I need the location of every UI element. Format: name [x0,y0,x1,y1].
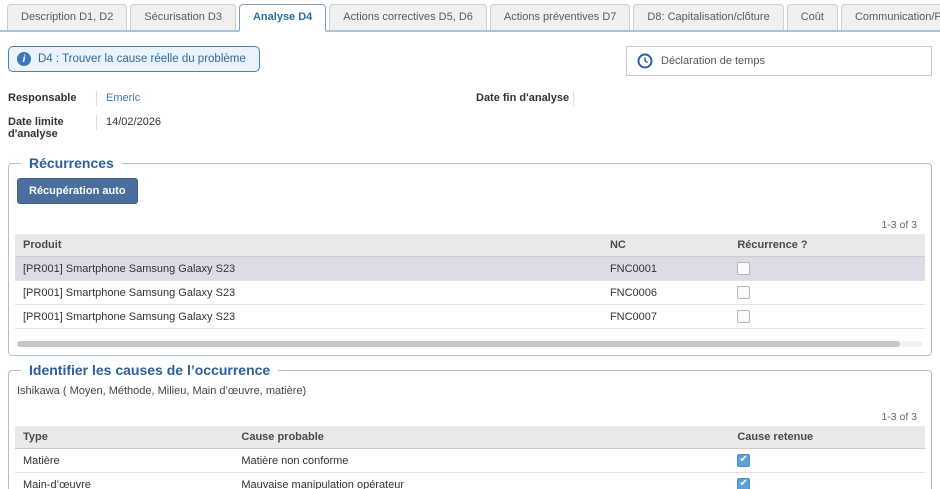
causes-section: Identifier les causes de l’occurrence Is… [8,362,932,489]
nc-cell: FNC0001 [602,257,729,281]
d4-info-banner: i D4 : Trouver la cause réelle du problè… [8,46,260,72]
table-row[interactable]: [PR001] Smartphone Samsung Galaxy S23 FN… [15,257,925,281]
recurrence-checkbox[interactable] [737,310,750,323]
tab-communication-pieces-jointes[interactable]: Communication/Pièces jointes [841,4,940,30]
cause-retenue-checkbox[interactable] [737,454,750,467]
column-header-cause-retenue[interactable]: Cause retenue [729,426,925,449]
recurrences-pagination: 1-3 of 3 [15,217,925,234]
horizontal-scrollbar[interactable] [17,341,923,347]
nc-cell: FNC0006 [602,281,729,305]
causes-pagination: 1-3 of 3 [15,409,925,426]
column-header-nc[interactable]: NC [602,234,729,257]
type-cell: Main-d’œuvre [15,473,233,489]
produit-cell: [PR001] Smartphone Samsung Galaxy S23 [15,281,602,305]
tab-d8-capitalisation-cloture[interactable]: D8: Capitalisation/clôture [633,4,783,30]
header-row: i D4 : Trouver la cause réelle du problè… [8,46,932,76]
tab-securisation-d3[interactable]: Sécurisation D3 [130,4,236,30]
tab-bar: Description D1, D2 Sécurisation D3 Analy… [0,0,940,32]
tab-actions-preventives-d7[interactable]: Actions préventives D7 [490,4,631,30]
type-cell: Matière [15,449,233,473]
recurrence-checkbox[interactable] [737,286,750,299]
tab-actions-correctives-d5-d6[interactable]: Actions correctives D5, D6 [329,4,487,30]
d4-banner-label: D4 : Trouver la cause réelle du problème [38,53,246,65]
table-row[interactable]: Matière Matière non conforme [15,449,925,473]
clock-icon [637,53,653,69]
recurrences-table: Produit NC Récurrence ? [PR001] Smartpho… [15,234,925,329]
table-row[interactable]: Main-d’œuvre Mauvaise manipulation opéra… [15,473,925,489]
column-header-produit[interactable]: Produit [15,234,602,257]
tab-cout[interactable]: Coût [787,4,838,30]
causes-section-title: Identifier les causes de l’occurrence [21,362,278,378]
recurrences-section-title: Récurrences [21,155,122,171]
recuperation-auto-button[interactable]: Récupération auto [17,178,138,204]
produit-cell: [PR001] Smartphone Samsung Galaxy S23 [15,257,602,281]
responsable-label: Responsable [8,91,96,104]
cause-cell: Matière non conforme [233,449,729,473]
recurrences-section: Récurrences Récupération auto 1-3 of 3 P… [8,155,932,356]
time-declaration-label: Déclaration de temps [661,55,765,67]
table-row[interactable]: [PR001] Smartphone Samsung Galaxy S23 FN… [15,305,925,329]
analysis-fields: Responsable Emeric Date limite d'analyse… [8,91,932,149]
column-header-recurrence[interactable]: Récurrence ? [729,234,925,257]
date-fin-analyse-value [573,91,693,106]
column-header-type[interactable]: Type [15,426,233,449]
causes-table: Type Cause probable Cause retenue Matièr… [15,426,925,489]
tab-analyse-d4[interactable]: Analyse D4 [239,4,326,32]
info-icon: i [17,52,31,66]
table-row[interactable]: [PR001] Smartphone Samsung Galaxy S23 FN… [15,281,925,305]
ishikawa-subtitle: Ishikawa ( Moyen, Méthode, Milieu, Main … [17,385,925,397]
recurrence-checkbox[interactable] [737,262,750,275]
scrollbar-thumb[interactable] [17,341,900,347]
tab-description-d1-d2[interactable]: Description D1, D2 [7,4,127,30]
cause-retenue-checkbox[interactable] [737,478,750,489]
column-header-cause-probable[interactable]: Cause probable [233,426,729,449]
date-limite-analyse-label: Date limite d'analyse [8,115,96,140]
date-limite-analyse-value: 14/02/2026 [96,115,216,130]
responsable-value-link[interactable]: Emeric [106,92,140,104]
produit-cell: [PR001] Smartphone Samsung Galaxy S23 [15,305,602,329]
cause-cell: Mauvaise manipulation opérateur [233,473,729,489]
date-fin-analyse-label: Date fin d'analyse [476,91,573,104]
nc-cell: FNC0007 [602,305,729,329]
time-declaration-button[interactable]: Déclaration de temps [626,46,932,76]
